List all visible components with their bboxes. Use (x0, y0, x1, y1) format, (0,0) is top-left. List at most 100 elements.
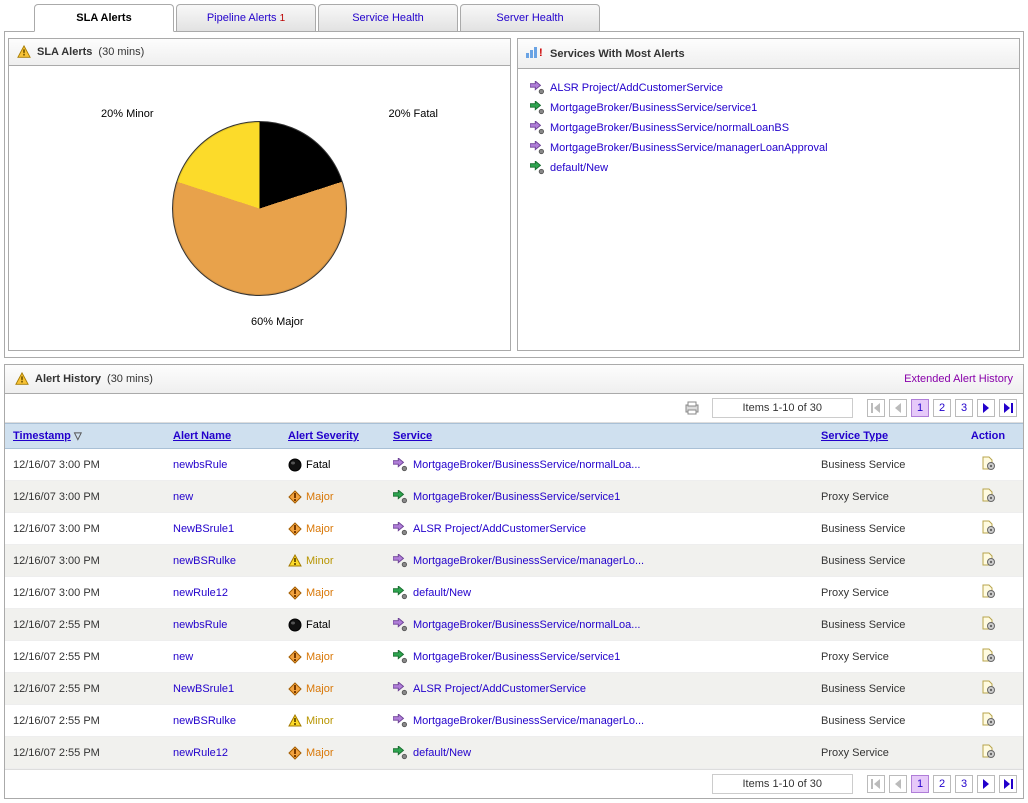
pager-top: Items 1-10 of 30 1 2 3 (5, 394, 1023, 423)
service-link[interactable]: ALSR Project/AddCustomerService (413, 523, 586, 535)
pager-next[interactable] (977, 775, 995, 793)
cell-service-type: Proxy Service (813, 577, 953, 609)
cell-service-type: Business Service (813, 513, 953, 545)
pager-prev[interactable] (889, 399, 907, 417)
service-link[interactable]: MortgageBroker/BusinessService/normalLoa… (413, 459, 640, 471)
severity-label: Major (306, 747, 334, 759)
tab-server-health[interactable]: Server Health (460, 4, 600, 31)
pager-page-3[interactable]: 3 (955, 775, 973, 793)
alert-name-link[interactable]: newRule12 (173, 587, 228, 599)
table-row: 12/16/07 2:55 PMNewBSrule1MajorALSR Proj… (5, 673, 1023, 705)
sla-alerts-mins: (30 mins) (98, 46, 144, 58)
tab-service-health[interactable]: Service Health (318, 4, 458, 31)
alert-name-link[interactable]: new (173, 651, 193, 663)
service-link[interactable]: MortgageBroker/BusinessService/managerLo… (530, 141, 1007, 155)
service-icon (393, 458, 407, 472)
service-link[interactable]: MortgageBroker/BusinessService/managerLo… (413, 555, 644, 567)
cell-timestamp: 12/16/07 3:00 PM (5, 577, 165, 609)
alert-name-link[interactable]: newBSRulke (173, 555, 236, 567)
service-label: default/New (550, 162, 608, 174)
alert-name-link[interactable]: new (173, 491, 193, 503)
severity-icon (288, 490, 302, 504)
severity-cell: Major (288, 522, 377, 536)
tab-label: Service Health (352, 12, 424, 24)
alert-name-link[interactable]: newbsRule (173, 459, 227, 471)
service-link[interactable]: ALSR Project/AddCustomerService (413, 683, 586, 695)
service-link[interactable]: MortgageBroker/BusinessService/service1 (413, 651, 620, 663)
alert-history-panel: Alert History (30 mins) Extended Alert H… (4, 364, 1024, 799)
view-details-icon[interactable] (980, 519, 996, 535)
tab-pipeline-alerts[interactable]: Pipeline Alerts 1 (176, 4, 316, 31)
service-icon (393, 490, 407, 504)
alert-name-link[interactable]: NewBSrule1 (173, 523, 234, 535)
service-link[interactable]: default/New (530, 161, 1007, 175)
pager-page-2[interactable]: 2 (933, 775, 951, 793)
pager-last[interactable] (999, 399, 1017, 417)
pager-first[interactable] (867, 399, 885, 417)
pager-page-3[interactable]: 3 (955, 399, 973, 417)
tab-label: Pipeline Alerts (207, 12, 277, 24)
pager-page-1[interactable]: 1 (911, 775, 929, 793)
pager-next[interactable] (977, 399, 995, 417)
service-link[interactable]: default/New (413, 747, 471, 759)
service-link[interactable]: MortgageBroker/BusinessService/service1 (413, 491, 620, 503)
view-details-icon[interactable] (980, 679, 996, 695)
service-icon (530, 141, 544, 155)
print-icon[interactable] (684, 400, 700, 416)
tab-bar: SLA Alerts Pipeline Alerts 1 Service Hea… (4, 4, 1024, 32)
severity-label: Major (306, 523, 334, 535)
service-link[interactable]: default/New (413, 587, 471, 599)
view-details-icon[interactable] (980, 711, 996, 727)
service-icon (530, 81, 544, 95)
view-details-icon[interactable] (980, 743, 996, 759)
pager-page-2[interactable]: 2 (933, 399, 951, 417)
cell-service-type: Business Service (813, 705, 953, 737)
alert-name-link[interactable]: newBSRulke (173, 715, 236, 727)
service-link[interactable]: MortgageBroker/BusinessService/normalLoa… (413, 619, 640, 631)
cell-service-type: Business Service (813, 545, 953, 577)
severity-icon (288, 650, 302, 664)
service-link[interactable]: MortgageBroker/BusinessService/managerLo… (413, 715, 644, 727)
col-service[interactable]: Service (385, 424, 813, 449)
severity-cell: Major (288, 650, 377, 664)
view-details-icon[interactable] (980, 647, 996, 663)
tab-sla-alerts[interactable]: SLA Alerts (34, 4, 174, 32)
service-icon (530, 121, 544, 135)
alert-name-link[interactable]: newRule12 (173, 747, 228, 759)
severity-cell: Major (288, 586, 377, 600)
pager-last[interactable] (999, 775, 1017, 793)
col-severity[interactable]: Alert Severity (280, 424, 385, 449)
col-service-type[interactable]: Service Type (813, 424, 953, 449)
pager-page-1[interactable]: 1 (911, 399, 929, 417)
col-alert-name[interactable]: Alert Name (165, 424, 280, 449)
severity-label: Fatal (306, 459, 330, 471)
alert-name-link[interactable]: newbsRule (173, 619, 227, 631)
cell-timestamp: 12/16/07 3:00 PM (5, 545, 165, 577)
service-link[interactable]: ALSR Project/AddCustomerService (530, 81, 1007, 95)
pager-first[interactable] (867, 775, 885, 793)
severity-icon (288, 586, 302, 600)
chart-alert-icon: ! (526, 45, 544, 62)
cell-timestamp: 12/16/07 2:55 PM (5, 737, 165, 769)
view-details-icon[interactable] (980, 455, 996, 471)
sla-alerts-panel: SLA Alerts (30 mins) 20% Fatal 60% Major… (8, 38, 511, 351)
alert-history-mins: (30 mins) (107, 373, 153, 385)
view-details-icon[interactable] (980, 615, 996, 631)
col-action: Action (953, 424, 1023, 449)
col-timestamp[interactable]: Timestamp ▽ (5, 424, 165, 449)
extended-history-link[interactable]: Extended Alert History (904, 373, 1013, 385)
view-details-icon[interactable] (980, 583, 996, 599)
table-row: 12/16/07 3:00 PMnewMajorMortgageBroker/B… (5, 481, 1023, 513)
alert-name-link[interactable]: NewBSrule1 (173, 683, 234, 695)
cell-timestamp: 12/16/07 2:55 PM (5, 673, 165, 705)
pager-prev[interactable] (889, 775, 907, 793)
view-details-icon[interactable] (980, 487, 996, 503)
service-icon (393, 682, 407, 696)
service-link[interactable]: MortgageBroker/BusinessService/normalLoa… (530, 121, 1007, 135)
severity-label: Major (306, 587, 334, 599)
cell-timestamp: 12/16/07 3:00 PM (5, 513, 165, 545)
severity-icon (288, 554, 302, 568)
view-details-icon[interactable] (980, 551, 996, 567)
service-link[interactable]: MortgageBroker/BusinessService/service1 (530, 101, 1007, 115)
pager-items-label: Items 1-10 of 30 (712, 774, 854, 794)
